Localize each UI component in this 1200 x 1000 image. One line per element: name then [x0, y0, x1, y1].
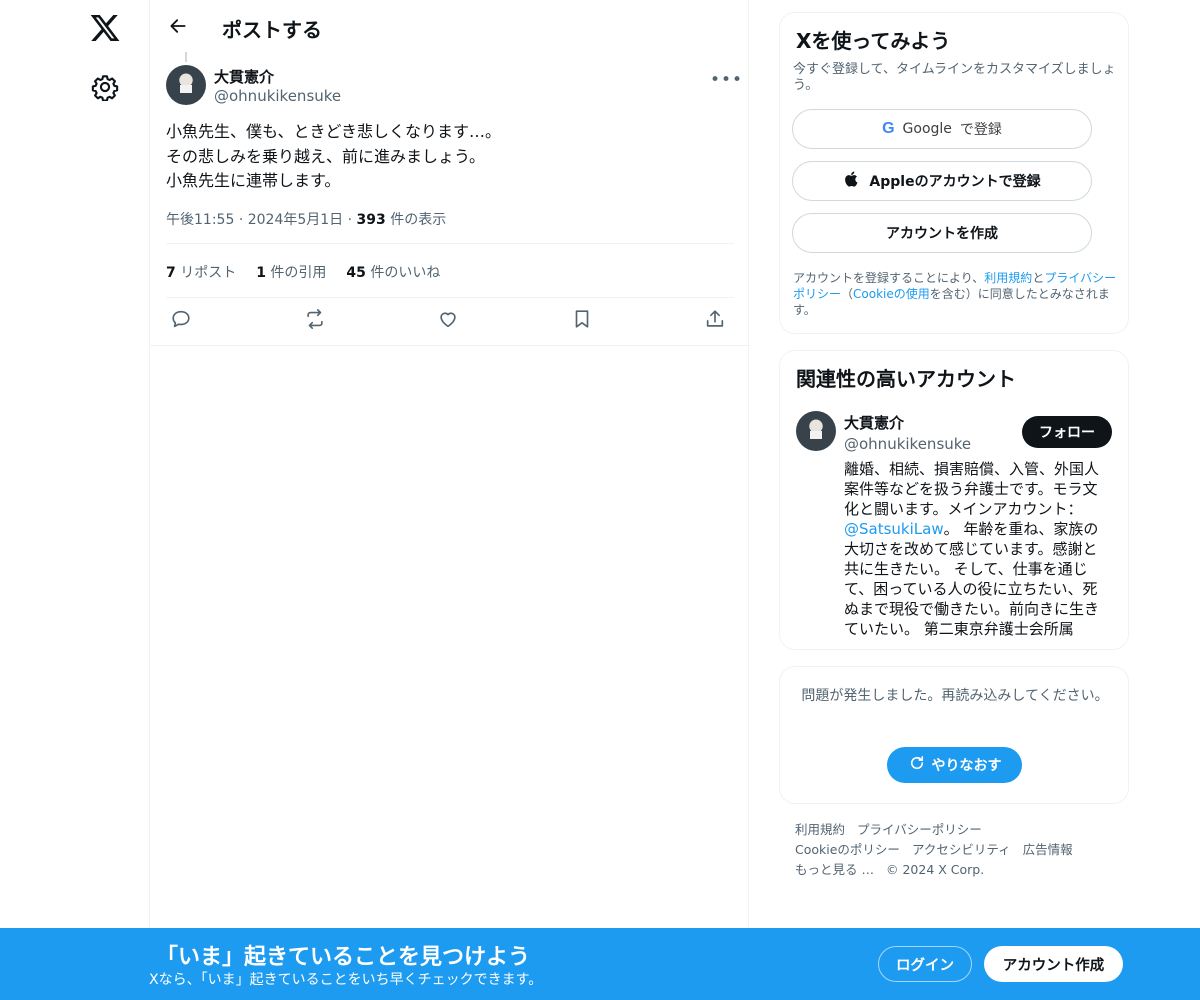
likes-label: 件のいいね	[370, 265, 441, 281]
footer-link[interactable]: Cookieのポリシー	[795, 842, 900, 857]
gear-icon[interactable]	[91, 73, 119, 102]
reposts-stat[interactable]: 7 リポスト	[166, 262, 236, 282]
signup-card: Xを使ってみよう 今すぐ登録して、タイムラインをカスタマイズしましょう。 G G…	[779, 12, 1129, 334]
quotes-label: 件の引用	[270, 265, 327, 281]
repost-icon[interactable]	[304, 308, 330, 334]
divider	[166, 243, 734, 244]
bio-text: 離婚、相続、損害賠償、入管、外国人案件等などを扱う弁護士です。モラ文化と闘います…	[844, 460, 1100, 518]
follow-button[interactable]: フォロー	[1022, 416, 1112, 448]
tweet-meta: 午後11:55 · 2024年5月1日 · 393 件の表示	[166, 209, 446, 229]
legal-prefix: アカウントを登録することにより、	[793, 271, 985, 285]
terms-link[interactable]: 利用規約	[984, 271, 1032, 285]
reposts-label: リポスト	[180, 265, 237, 281]
create-account-label: アカウントを作成	[886, 226, 998, 242]
meta-separator: ·	[238, 212, 244, 228]
google-brand: Google	[902, 121, 952, 137]
author-handle[interactable]: @ohnukikensuke	[214, 87, 341, 105]
reply-icon[interactable]	[170, 308, 196, 334]
divider	[166, 297, 734, 298]
apple-signup-button[interactable]: Appleのアカウントで登録	[792, 161, 1092, 201]
signup-button[interactable]: アカウント作成	[984, 946, 1123, 982]
related-handle[interactable]: @ohnukikensuke	[844, 435, 971, 453]
quotes-count: 1	[256, 265, 266, 281]
meta-separator: ·	[347, 212, 353, 228]
retry-label: やりなおす	[931, 758, 1002, 774]
apple-icon	[843, 170, 861, 192]
bookmark-icon[interactable]	[571, 308, 597, 334]
tweet-actions	[166, 308, 734, 336]
signup-subtitle: 今すぐ登録して、タイムラインをカスタマイズしましょう。	[793, 62, 1116, 93]
google-icon: G	[882, 120, 895, 137]
share-icon[interactable]	[704, 308, 730, 334]
likes-stat[interactable]: 45 件のいいね	[346, 262, 440, 282]
google-signup-label: で登録	[959, 122, 1002, 138]
related-name[interactable]: 大貫憲介	[844, 412, 904, 433]
error-message: 問題が発生しました。再読み込みしてください。	[801, 688, 1109, 704]
banner-subtitle: Xなら、「いま」起きていることをいち早くチェックできます。	[149, 972, 543, 988]
reposts-count: 7	[166, 265, 176, 281]
related-bio: 離婚、相続、損害賠償、入管、外国人案件等などを扱う弁護士です。モラ文化と闘います…	[844, 459, 1110, 639]
legal-paren: （	[841, 287, 854, 301]
author-name[interactable]: 大貫憲介	[214, 66, 274, 87]
tweet-stats: 7 リポスト 1 件の引用 45 件のいいね	[166, 262, 440, 282]
footer-link[interactable]: もっと見る …	[795, 862, 874, 877]
divider	[150, 345, 750, 346]
quotes-stat[interactable]: 1 件の引用	[256, 262, 326, 282]
more-icon[interactable]: •••	[710, 70, 743, 90]
copyright: © 2024 X Corp.	[885, 862, 985, 877]
tweet-date[interactable]: 2024年5月1日	[248, 212, 343, 228]
footer-link[interactable]: 利用規約	[795, 822, 845, 837]
like-icon[interactable]	[437, 308, 463, 334]
create-account-button[interactable]: アカウントを作成	[792, 213, 1092, 253]
related-title: 関連性の高いアカウント	[796, 367, 1016, 391]
bottom-banner: 「いま」起きていることを見つけよう Xなら、「いま」起きていることをいち早くチェ…	[0, 928, 1200, 1000]
tweet-text: 小魚先生、僕も、ときどき悲しくなります…。 その悲しみを乗り越え、前に進みましょ…	[166, 122, 502, 190]
main-column: ポストする 大貫憲介 @ohnukikensuke ••• 小魚先生、僕も、とき…	[149, 0, 750, 1000]
thread-line	[185, 52, 187, 62]
apple-signup-label: Appleのアカウントで登録	[869, 174, 1041, 190]
google-signup-button[interactable]: G Google で登録	[792, 109, 1092, 149]
cookie-link[interactable]: Cookieの使用	[853, 287, 930, 301]
views-count: 393	[356, 212, 386, 228]
tweet-time[interactable]: 午後11:55	[166, 212, 234, 228]
likes-count: 45	[346, 265, 366, 281]
legal-and: と	[1032, 271, 1045, 285]
retry-button[interactable]: やりなおす	[887, 747, 1022, 783]
footer-link[interactable]: アクセシビリティ	[912, 842, 1011, 857]
signup-legal: アカウントを登録することにより、利用規約とプライバシーポリシー（Cookieの使…	[793, 270, 1121, 318]
bio-mention-link[interactable]: @SatsukiLaw	[844, 520, 944, 538]
login-button[interactable]: ログイン	[878, 946, 972, 982]
back-arrow-icon[interactable]	[168, 16, 188, 36]
signup-title: Xを使ってみよう	[796, 29, 951, 53]
page-title: ポストする	[222, 18, 322, 42]
footer-link[interactable]: プライバシーポリシー	[857, 822, 982, 837]
avatar[interactable]	[796, 411, 836, 451]
refresh-icon	[908, 754, 926, 776]
footer-link[interactable]: 広告情報	[1023, 842, 1073, 857]
related-accounts-card: 関連性の高いアカウント 大貫憲介 @ohnukikensuke フォロー 離婚、…	[779, 350, 1129, 650]
x-logo-icon[interactable]	[88, 12, 122, 44]
banner-title: 「いま」起きていることを見つけよう	[156, 945, 531, 970]
avatar[interactable]	[166, 65, 206, 105]
footer-links: 利用規約 プライバシーポリシー Cookieのポリシー アクセシビリティ 広告情報 も…	[795, 820, 1125, 880]
views-label: 件の表示	[390, 212, 447, 228]
error-card: 問題が発生しました。再読み込みしてください。 やりなおす	[779, 666, 1129, 804]
